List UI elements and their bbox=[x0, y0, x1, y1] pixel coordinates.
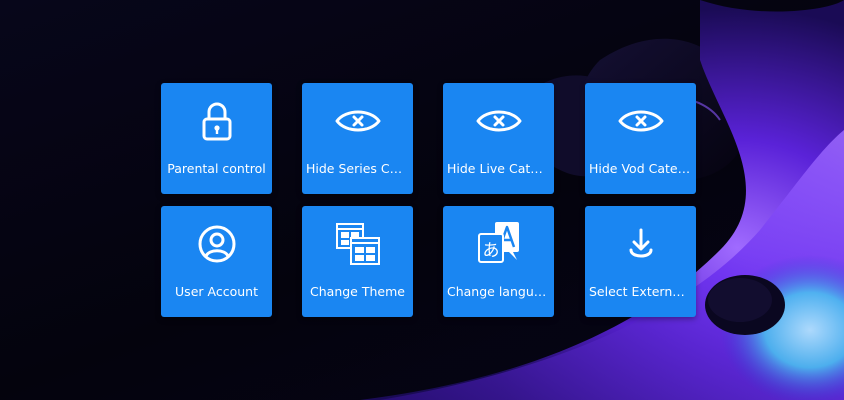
settings-screen: Parental control Hide Series Cate… Hide … bbox=[0, 0, 844, 400]
tile-label: Change language bbox=[447, 284, 550, 299]
download-icon bbox=[585, 220, 696, 268]
tile-label: User Account bbox=[175, 284, 258, 299]
tile-label: Hide Live Categ… bbox=[447, 161, 550, 176]
tile-select-external-player[interactable]: Select External P… bbox=[585, 206, 696, 317]
tile-hide-vod-categories[interactable]: Hide Vod Categ… bbox=[585, 83, 696, 194]
tile-user-account[interactable]: User Account bbox=[161, 206, 272, 317]
tile-hide-live-categories[interactable]: Hide Live Categ… bbox=[443, 83, 554, 194]
tile-label: Change Theme bbox=[310, 284, 405, 299]
eye-hidden-icon bbox=[302, 97, 413, 145]
settings-grid: Parental control Hide Series Cate… Hide … bbox=[0, 0, 844, 400]
tile-label: Hide Series Cate… bbox=[306, 161, 409, 176]
language-icon: あ bbox=[443, 220, 554, 268]
tile-parental-control[interactable]: Parental control bbox=[161, 83, 272, 194]
user-account-icon bbox=[161, 220, 272, 268]
tile-label: Hide Vod Categ… bbox=[589, 161, 692, 176]
tile-change-language[interactable]: あ Change language bbox=[443, 206, 554, 317]
tile-label: Select External P… bbox=[589, 284, 692, 299]
eye-hidden-icon bbox=[585, 97, 696, 145]
svg-text:あ: あ bbox=[482, 241, 499, 261]
tile-hide-series-categories[interactable]: Hide Series Cate… bbox=[302, 83, 413, 194]
tile-label: Parental control bbox=[167, 161, 266, 176]
lock-icon bbox=[161, 97, 272, 145]
tile-change-theme[interactable]: Change Theme bbox=[302, 206, 413, 317]
eye-hidden-icon bbox=[443, 97, 554, 145]
theme-icon bbox=[302, 220, 413, 268]
